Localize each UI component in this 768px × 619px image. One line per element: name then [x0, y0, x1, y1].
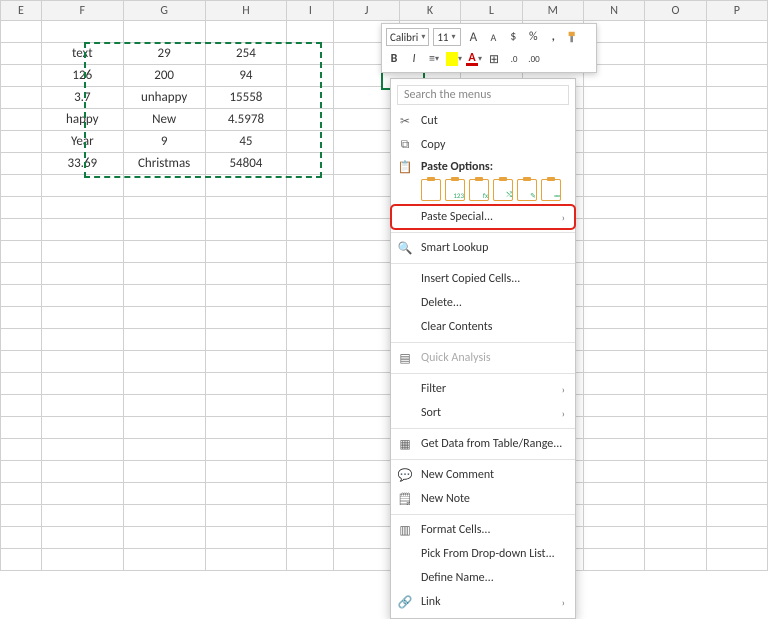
bold-button[interactable]: B [386, 51, 402, 67]
font-size-dropdown[interactable]: 11▾ [433, 28, 461, 46]
cell[interactable]: 33.69 [41, 153, 123, 175]
cell[interactable]: 45 [205, 131, 287, 153]
decrease-decimal-button[interactable]: .0 [506, 51, 522, 67]
menu-define-name[interactable]: Define Name... [391, 566, 575, 590]
font-name-dropdown[interactable]: Calibri▾ [386, 28, 429, 46]
table-icon: ▦ [397, 436, 413, 452]
cell[interactable]: 9 [123, 131, 205, 153]
note-icon: 🗒 [397, 491, 413, 507]
col-header[interactable]: J [334, 1, 399, 21]
cell[interactable]: Christmas [123, 153, 205, 175]
paste-option-values[interactable]: 123 [445, 179, 465, 201]
menu-format-cells[interactable]: ▥ Format Cells... [391, 518, 575, 542]
quick-analysis-icon: ▤ [397, 350, 413, 366]
menu-sort[interactable]: Sort › [391, 401, 575, 425]
cell[interactable]: happy [41, 109, 123, 131]
cell[interactable]: 94 [205, 65, 287, 87]
menu-pick-from-list[interactable]: Pick From Drop-down List... [391, 542, 575, 566]
cell[interactable]: 4.5978 [205, 109, 287, 131]
align-button[interactable]: ≡▾ [426, 51, 442, 67]
mini-toolbar: Calibri▾ 11▾ A A $ % , B I ≡▾ ▾ A▾ ⊞ .0 … [381, 23, 597, 73]
menu-get-data[interactable]: ▦ Get Data from Table/Range... [391, 432, 575, 456]
format-painter-icon[interactable] [565, 29, 581, 45]
col-header[interactable]: F [41, 1, 123, 21]
cell[interactable]: 15558 [205, 87, 287, 109]
menu-link[interactable]: 🔗 Link › [391, 590, 575, 614]
cell[interactable]: 54804 [205, 153, 287, 175]
paste-option-link[interactable]: ∞ [541, 179, 561, 201]
fill-color-button[interactable]: ▾ [446, 51, 462, 67]
col-header[interactable]: P [706, 1, 767, 21]
cell[interactable]: 29 [123, 43, 205, 65]
chevron-right-icon: › [562, 383, 565, 396]
currency-button[interactable]: $ [505, 29, 521, 45]
col-header[interactable]: I [287, 1, 334, 21]
increase-font-button[interactable]: A [465, 29, 481, 45]
cell[interactable]: 3.7 [41, 87, 123, 109]
cell[interactable]: text [41, 43, 123, 65]
menu-clear-contents[interactable]: Clear Contents [391, 315, 575, 339]
italic-button[interactable]: I [406, 51, 422, 67]
context-menu: Search the menus ✂ Cut ⧉ Copy 📋 Paste Op… [390, 78, 576, 619]
menu-quick-analysis: ▤ Quick Analysis [391, 346, 575, 370]
link-icon: 🔗 [397, 594, 413, 610]
menu-new-note[interactable]: 🗒 New Note [391, 487, 575, 511]
menu-smart-lookup[interactable]: 🔍 Smart Lookup [391, 236, 575, 260]
paste-option-transpose[interactable]: ⤭ [493, 179, 513, 201]
format-icon: ▥ [397, 522, 413, 538]
copy-icon: ⧉ [397, 137, 413, 153]
chevron-right-icon: › [562, 211, 565, 224]
percent-button[interactable]: % [525, 29, 541, 45]
menu-copy[interactable]: ⧉ Copy [391, 133, 575, 157]
col-header[interactable]: E [1, 1, 42, 21]
menu-insert-copied[interactable]: Insert Copied Cells... [391, 267, 575, 291]
clipboard-icon: 📋 [397, 159, 413, 175]
paste-option-formulas[interactable]: fx [469, 179, 489, 201]
menu-paste-special[interactable]: Paste Special... › [391, 205, 575, 229]
menu-search-input[interactable]: Search the menus [397, 85, 569, 105]
col-header[interactable]: G [123, 1, 205, 21]
cell[interactable]: 200 [123, 65, 205, 87]
cell[interactable]: 126 [41, 65, 123, 87]
paste-option-all[interactable] [421, 179, 441, 201]
borders-button[interactable]: ⊞ [486, 51, 502, 67]
increase-decimal-button[interactable]: .00 [526, 51, 542, 67]
menu-paste-options-label: 📋 Paste Options: [391, 157, 575, 177]
search-icon: 🔍 [397, 240, 413, 256]
col-header[interactable]: L [461, 1, 522, 21]
menu-delete[interactable]: Delete... [391, 291, 575, 315]
paste-option-formatting[interactable]: ✎ [517, 179, 537, 201]
menu-new-comment[interactable]: 💬 New Comment [391, 463, 575, 487]
col-header[interactable]: K [399, 1, 460, 21]
chevron-right-icon: › [562, 596, 565, 609]
cell[interactable]: 254 [205, 43, 287, 65]
chevron-right-icon: › [562, 407, 565, 420]
col-header[interactable]: H [205, 1, 287, 21]
cell[interactable]: Year [41, 131, 123, 153]
decrease-font-button[interactable]: A [485, 29, 501, 45]
menu-cut[interactable]: ✂ Cut [391, 109, 575, 133]
comma-style-button[interactable]: , [545, 29, 561, 45]
font-color-button[interactable]: A▾ [466, 51, 482, 67]
menu-filter[interactable]: Filter › [391, 377, 575, 401]
paste-options-row: 123 fx ⤭ ✎ ∞ [391, 177, 575, 205]
comment-icon: 💬 [397, 467, 413, 483]
cell[interactable]: unhappy [123, 87, 205, 109]
cell[interactable]: New [123, 109, 205, 131]
col-header[interactable]: O [645, 1, 706, 21]
col-header[interactable]: M [522, 1, 583, 21]
col-header[interactable]: N [583, 1, 644, 21]
scissors-icon: ✂ [397, 113, 413, 129]
